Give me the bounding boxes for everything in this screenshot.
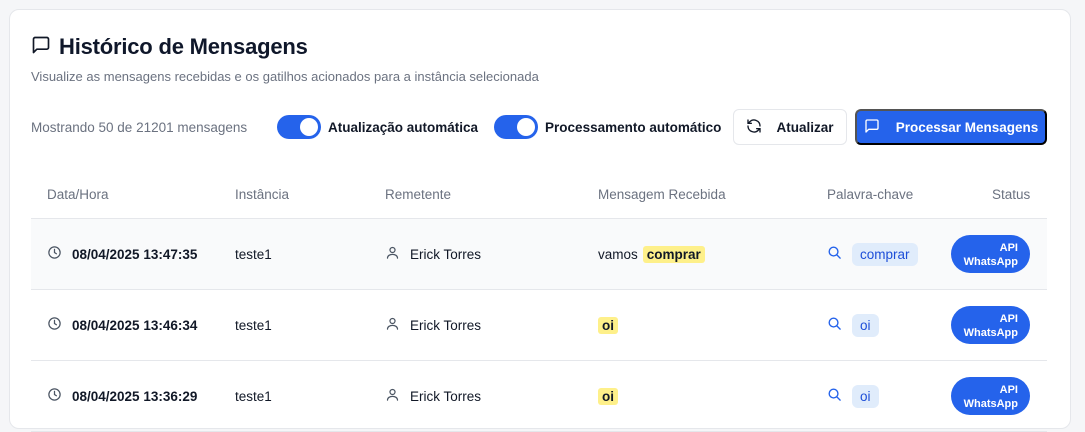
- message-cell: vamos comprar: [598, 219, 705, 289]
- keyword-cell: oi: [827, 361, 879, 431]
- message-text: vamos: [598, 246, 638, 262]
- search-icon: [827, 245, 842, 263]
- message-history-card: Histórico de Mensagens Visualize as mens…: [9, 9, 1071, 432]
- sender-cell: Erick Torres: [385, 290, 481, 360]
- table-row[interactable]: 08/04/2025 13:47:35 teste1 Erick Torres …: [31, 219, 1047, 290]
- status-badge[interactable]: API WhatsApp: [951, 377, 1030, 415]
- auto-update-toggle[interactable]: [277, 115, 321, 139]
- process-button-label: Processar Mensagens: [895, 119, 1039, 135]
- header-keyword: Palavra-chave: [827, 187, 914, 202]
- sender-name: Erick Torres: [410, 246, 482, 262]
- keyword-badge: comprar: [852, 242, 918, 266]
- search-icon: [827, 387, 842, 405]
- clock-icon: [47, 245, 62, 263]
- message-highlight: oi: [598, 387, 618, 405]
- instance-cell: teste1: [235, 246, 272, 262]
- toggle-knob: [517, 118, 536, 136]
- message-highlight: comprar: [642, 245, 705, 263]
- message-count: Mostrando 50 de 21201 mensagens: [31, 119, 248, 135]
- header-status: Status: [992, 187, 1031, 202]
- user-icon: [385, 245, 400, 263]
- user-icon: [385, 316, 400, 334]
- status-line1: API: [999, 242, 1018, 254]
- status-line2: WhatsApp: [963, 327, 1018, 339]
- header-message: Mensagem Recebida: [598, 187, 726, 202]
- search-icon: [827, 316, 842, 334]
- refresh-button[interactable]: Atualizar: [733, 109, 847, 145]
- message-square-icon: [864, 118, 880, 137]
- status-line2: WhatsApp: [963, 256, 1018, 268]
- title-row: Histórico de Mensagens: [31, 34, 539, 60]
- table-row[interactable]: 08/04/2025 13:46:34 teste1 Erick Torres …: [31, 290, 1047, 361]
- auto-update-label: Atualização automática: [328, 119, 479, 135]
- instance-cell: teste1: [235, 317, 272, 333]
- keyword-badge: oi: [852, 313, 879, 337]
- sender-cell: Erick Torres: [385, 219, 481, 289]
- refresh-icon: [746, 118, 762, 137]
- auto-process-label: Processamento automático: [545, 119, 722, 135]
- datetime-text: 08/04/2025 13:36:29: [72, 388, 198, 404]
- user-icon: [385, 387, 400, 405]
- sender-name: Erick Torres: [410, 317, 482, 333]
- datetime-cell: 08/04/2025 13:46:34: [47, 290, 197, 360]
- header-instance: Instância: [235, 187, 290, 202]
- page-title: Histórico de Mensagens: [59, 34, 308, 59]
- header-datetime: Data/Hora: [47, 187, 109, 202]
- keyword-cell: comprar: [827, 219, 918, 289]
- status-line1: API: [999, 313, 1018, 325]
- keyword-cell: oi: [827, 290, 879, 360]
- toolbar: Mostrando 50 de 21201 mensagens Atualiza…: [31, 109, 1047, 145]
- message-square-icon: [31, 35, 51, 60]
- page-subtitle: Visualize as mensagens recebidas e os ga…: [31, 69, 539, 84]
- header: Histórico de Mensagens Visualize as mens…: [31, 34, 539, 84]
- messages-table: Data/Hora Instância Remetente Mensagem R…: [31, 173, 1047, 432]
- clock-icon: [47, 316, 62, 334]
- table-header: Data/Hora Instância Remetente Mensagem R…: [31, 173, 1047, 219]
- toggle-knob: [300, 118, 318, 136]
- status-line2: WhatsApp: [963, 398, 1018, 410]
- datetime-text: 08/04/2025 13:47:35: [72, 246, 198, 262]
- message-cell: oi: [598, 361, 618, 431]
- header-sender: Remetente: [385, 187, 452, 202]
- auto-update-toggle-group: Atualização automática: [277, 115, 478, 139]
- message-highlight: oi: [598, 316, 618, 334]
- refresh-button-label: Atualizar: [776, 119, 834, 135]
- status-cell: API WhatsApp: [951, 219, 1030, 289]
- status-cell: API WhatsApp: [951, 361, 1030, 431]
- clock-icon: [47, 387, 62, 405]
- auto-process-toggle-group: Processamento automático: [494, 115, 721, 139]
- message-cell: oi: [598, 290, 618, 360]
- process-messages-button[interactable]: Processar Mensagens: [855, 109, 1047, 145]
- status-badge[interactable]: API WhatsApp: [951, 306, 1030, 344]
- table-row[interactable]: 08/04/2025 13:36:29 teste1 Erick Torres …: [31, 361, 1047, 432]
- status-badge[interactable]: API WhatsApp: [951, 235, 1030, 273]
- keyword-badge: oi: [852, 384, 879, 408]
- datetime-cell: 08/04/2025 13:36:29: [47, 361, 197, 431]
- status-line1: API: [999, 384, 1018, 396]
- datetime-text: 08/04/2025 13:46:34: [72, 317, 198, 333]
- sender-name: Erick Torres: [410, 388, 482, 404]
- status-cell: API WhatsApp: [951, 290, 1030, 360]
- instance-cell: teste1: [235, 388, 272, 404]
- sender-cell: Erick Torres: [385, 361, 481, 431]
- auto-process-toggle[interactable]: [494, 115, 539, 139]
- datetime-cell: 08/04/2025 13:47:35: [47, 219, 197, 289]
